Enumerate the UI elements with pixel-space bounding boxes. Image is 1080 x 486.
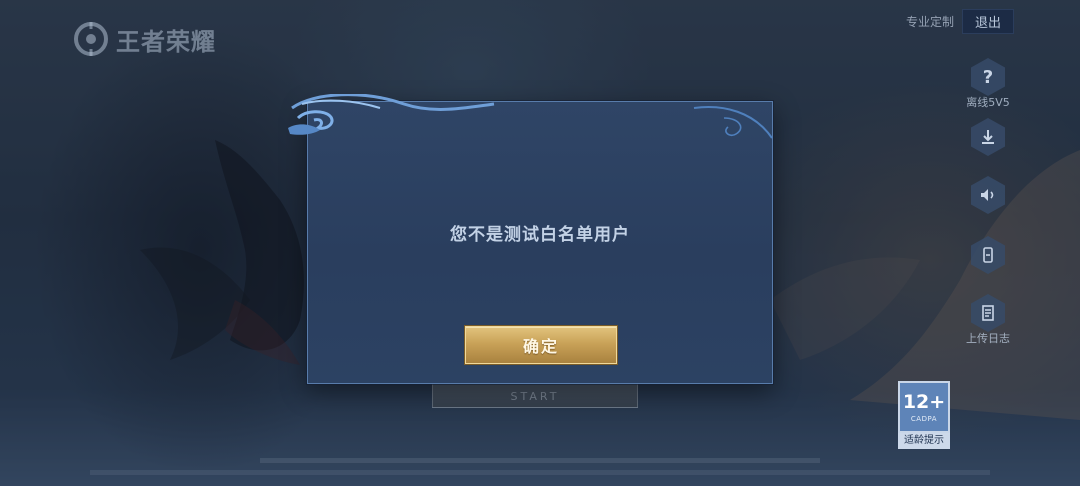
download-icon: [971, 118, 1005, 156]
upload-log-label: 上传日志: [966, 332, 1010, 345]
game-logo: 王者荣耀: [72, 18, 242, 60]
sound-button[interactable]: [958, 176, 1018, 214]
logo-text: 王者荣耀: [116, 27, 216, 56]
cloud-ornament-icon: [288, 94, 773, 139]
age-rating-tip: 适龄提示: [898, 433, 950, 449]
custom-settings-link[interactable]: 专业定制: [906, 13, 954, 30]
age-rating: 12+: [902, 390, 946, 413]
exit-button[interactable]: 退出: [962, 8, 1014, 34]
help-icon: ?: [971, 58, 1005, 96]
age-rating-org: CADPA: [910, 414, 938, 423]
start-label: START: [510, 390, 560, 403]
offline-5v5-label: 离线5V5: [966, 96, 1010, 109]
alert-dialog: 您不是测试白名单用户 确定: [288, 94, 773, 384]
sound-icon: [971, 176, 1005, 214]
footer-legal-text: [0, 455, 1080, 479]
phone-button[interactable]: [958, 236, 1018, 274]
offline-5v5-button[interactable]: ? 离线5V5: [958, 58, 1018, 110]
top-right-bar: 专业定制 退出: [906, 8, 1014, 34]
dialog-message: 您不是测试白名单用户: [450, 225, 630, 245]
log-upload-icon: [971, 294, 1005, 332]
upload-log-button[interactable]: 上传日志: [958, 294, 1018, 346]
confirm-button[interactable]: 确定: [465, 326, 617, 364]
download-button[interactable]: [958, 118, 1018, 156]
phone-icon: [971, 236, 1005, 274]
age-rating-badge[interactable]: 12+ CADPA 适龄提示: [898, 381, 950, 449]
logo-emblem-icon: [74, 22, 108, 56]
age-rating-box: 12+ CADPA: [898, 381, 950, 433]
